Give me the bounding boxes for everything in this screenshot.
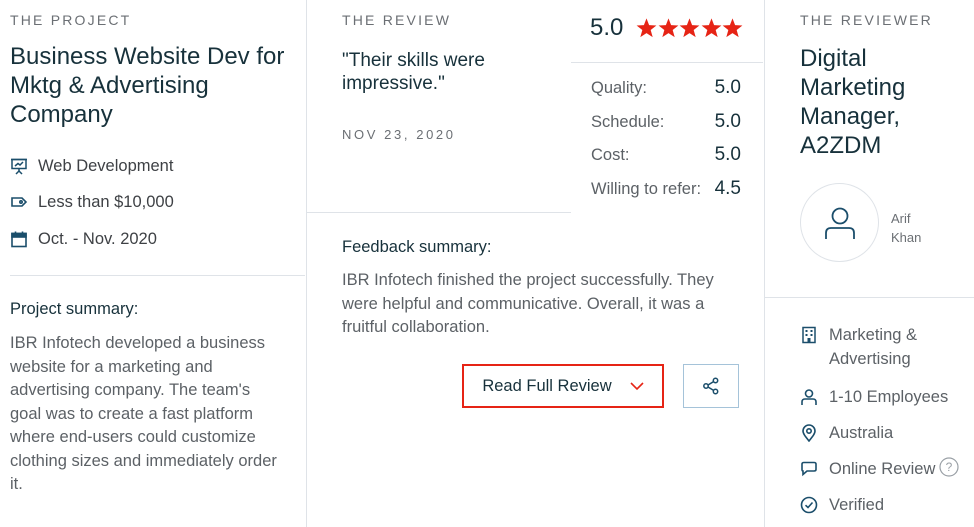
divider-project-summary bbox=[10, 275, 305, 276]
divider-review-top bbox=[307, 212, 571, 213]
rating-quality: Quality: 5.0 bbox=[591, 77, 741, 99]
reviewer-first-name: Arif bbox=[891, 211, 911, 226]
rating-value: 5.0 bbox=[714, 77, 741, 98]
star-icon bbox=[636, 18, 657, 38]
svg-text:?: ? bbox=[946, 460, 953, 474]
timeline-label: Oct. - Nov. 2020 bbox=[38, 229, 157, 248]
rating-schedule: Schedule: 5.0 bbox=[591, 111, 741, 133]
industry-label: Marketing & Advertising bbox=[829, 326, 918, 368]
avatar bbox=[800, 183, 879, 262]
reviewer-title: Digital Marketing Manager, A2ZDM bbox=[800, 45, 906, 159]
reviewer-verification: Verified bbox=[800, 493, 884, 517]
review-eyebrow: THE REVIEW bbox=[342, 12, 452, 28]
reviewer-location: Australia bbox=[800, 421, 893, 445]
question-icon[interactable]: ? bbox=[939, 457, 959, 477]
calendar-icon bbox=[11, 231, 27, 248]
divider-reviewer bbox=[765, 297, 974, 298]
user-avatar-icon bbox=[824, 207, 855, 239]
feedback-summary-text: IBR Infotech finished the project succes… bbox=[342, 271, 714, 336]
share-button[interactable] bbox=[683, 364, 739, 408]
divider-left bbox=[306, 0, 307, 527]
star-icon bbox=[722, 18, 743, 38]
project-eyebrow: THE PROJECT bbox=[10, 12, 132, 28]
rating-label: Schedule: bbox=[591, 113, 665, 131]
reviewer-review-type: Online Review ? bbox=[800, 457, 959, 481]
read-full-review-label: Read Full Review bbox=[482, 376, 612, 395]
reviewer-name: Arif Khan bbox=[891, 209, 951, 247]
price-tag-icon bbox=[11, 197, 28, 207]
location-pin-icon bbox=[802, 424, 816, 442]
reviewer-last-name: Khan bbox=[891, 230, 922, 245]
rating-label: Cost: bbox=[591, 146, 630, 164]
project-title: Business Website Dev for Mktg & Advertis… bbox=[10, 43, 285, 128]
presentation-icon bbox=[11, 158, 27, 175]
chevron-down-icon bbox=[630, 381, 644, 390]
size-label: 1-10 Employees bbox=[829, 388, 949, 406]
building-icon bbox=[802, 326, 816, 344]
rating-value: 4.5 bbox=[714, 178, 741, 199]
review-quote: "Their skills were impressive." bbox=[342, 50, 485, 94]
user-icon bbox=[801, 389, 817, 405]
budget-label: Less than $10,000 bbox=[38, 192, 174, 211]
read-full-review-button[interactable]: Read Full Review bbox=[462, 364, 664, 408]
star-icon bbox=[701, 18, 721, 38]
star-icon bbox=[679, 18, 700, 38]
reviewer-size: 1-10 Employees bbox=[800, 385, 948, 409]
rating-label: Quality: bbox=[591, 79, 647, 97]
rating-value: 5.0 bbox=[714, 111, 741, 132]
location-label: Australia bbox=[829, 424, 894, 442]
reviewer-eyebrow: THE REVIEWER bbox=[800, 12, 933, 28]
star-icon bbox=[658, 18, 678, 38]
meta-service: Web Development bbox=[10, 155, 173, 177]
chat-bubble-icon bbox=[801, 461, 817, 477]
divider-right bbox=[764, 0, 765, 527]
project-summary-text: IBR Infotech developed a business websit… bbox=[10, 334, 277, 493]
share-icon bbox=[703, 377, 719, 395]
project-summary-label: Project summary: bbox=[10, 300, 139, 318]
review-type-label: Online Review bbox=[829, 460, 936, 478]
rating-willing-to-refer: Willing to refer: 4.5 bbox=[591, 178, 741, 200]
rating-value: 5.0 bbox=[714, 144, 741, 165]
check-circle-icon bbox=[800, 496, 818, 514]
overall-score: 5.0 bbox=[590, 14, 624, 41]
feedback-summary-label: Feedback summary: bbox=[342, 238, 492, 256]
review-date: NOV 23, 2020 bbox=[342, 127, 456, 142]
verification-label: Verified bbox=[829, 496, 885, 514]
rating-cost: Cost: 5.0 bbox=[591, 144, 741, 166]
star-rating bbox=[636, 18, 744, 38]
reviewer-industry: Marketing & Advertising bbox=[800, 323, 950, 371]
divider-ratings bbox=[571, 62, 763, 63]
meta-timeline: Oct. - Nov. 2020 bbox=[10, 228, 157, 250]
meta-budget: Less than $10,000 bbox=[10, 191, 174, 213]
service-label: Web Development bbox=[38, 156, 174, 175]
rating-label: Willing to refer: bbox=[591, 180, 702, 198]
